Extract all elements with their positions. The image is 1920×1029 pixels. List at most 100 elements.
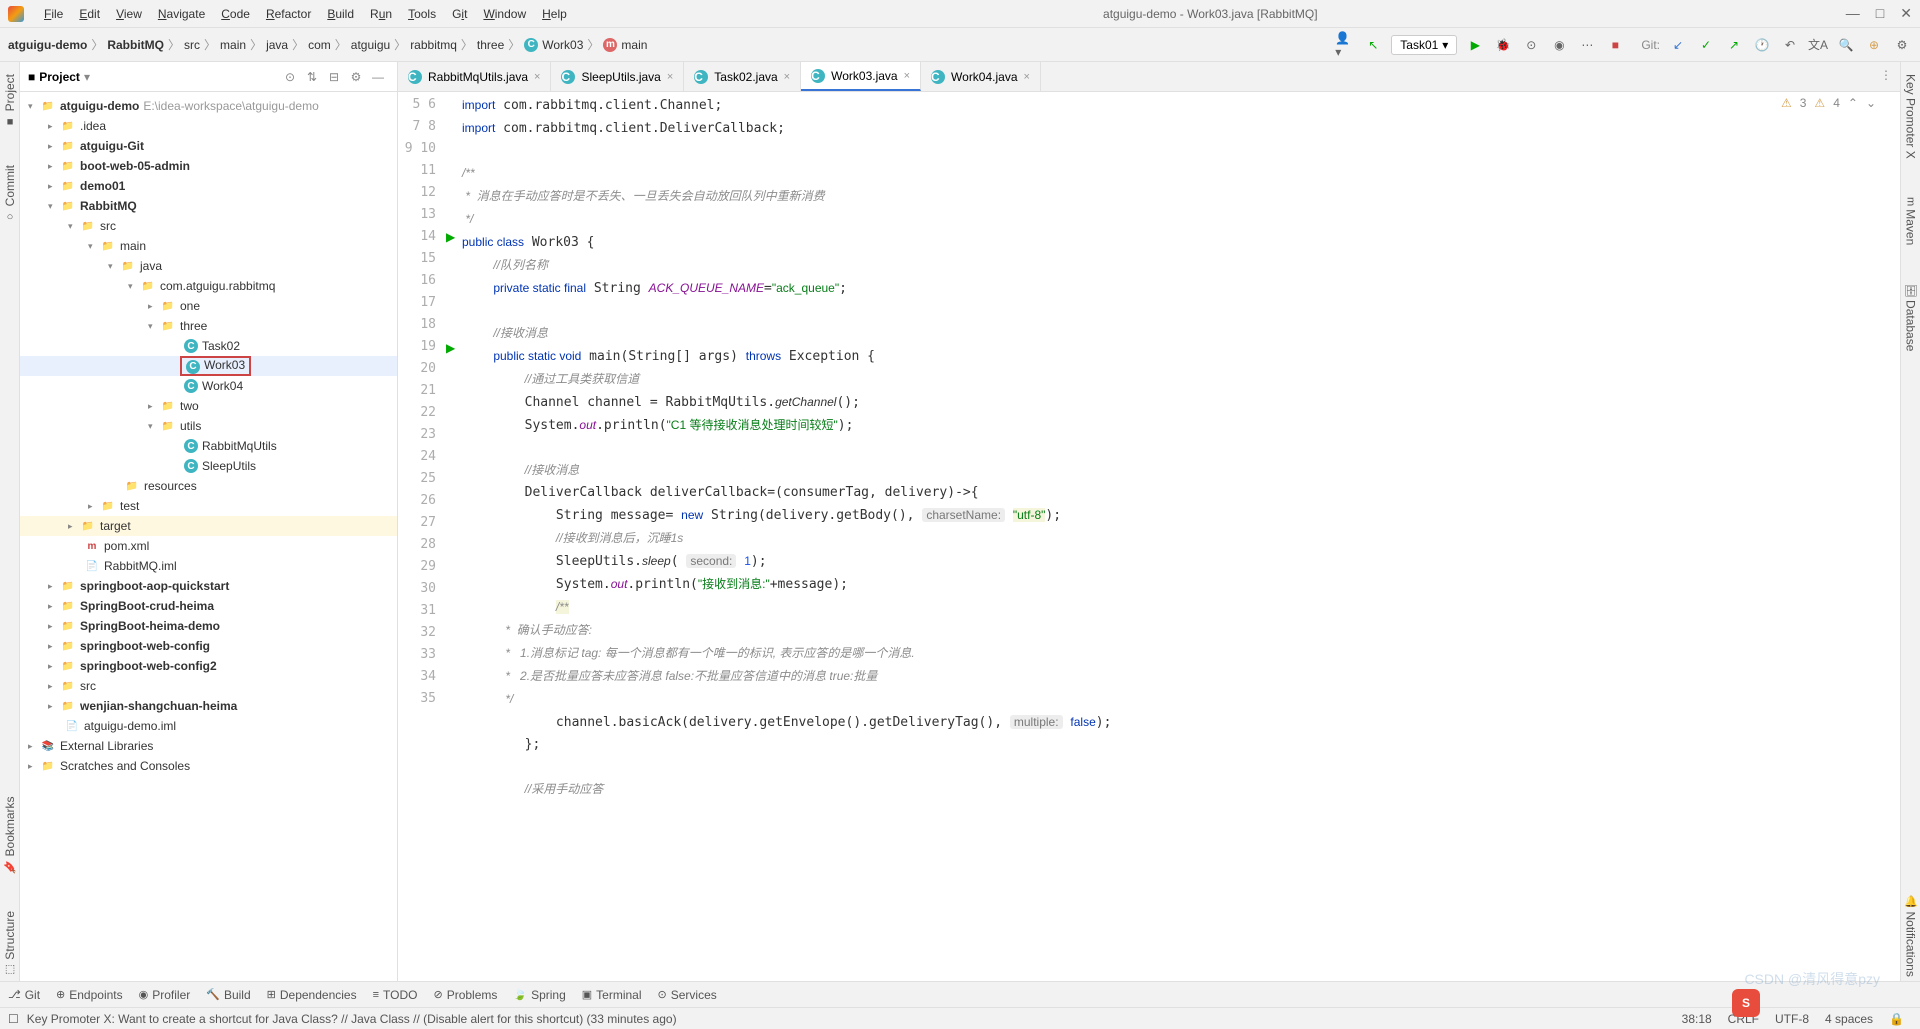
tool-problems[interactable]: ⊘ Problems — [433, 988, 497, 1002]
menu-run[interactable]: Run — [362, 7, 400, 21]
tree-item[interactable]: RabbitMQ — [80, 199, 137, 213]
debug-button[interactable]: 🐞 — [1493, 35, 1513, 55]
tree-item[interactable]: SleepUtils — [202, 459, 256, 473]
tree-item[interactable]: springboot-web-config2 — [80, 659, 217, 673]
crumb-atguigu[interactable]: atguigu — [351, 38, 390, 52]
select-opened-icon[interactable]: ⊙ — [281, 68, 299, 86]
close-button[interactable]: ✕ — [1900, 5, 1912, 22]
tab-rabbitmqutils[interactable]: CRabbitMqUtils.java× — [398, 62, 551, 91]
crumb-com[interactable]: com — [308, 38, 331, 52]
tab-project[interactable]: ■ Project — [1, 70, 19, 131]
tree-item[interactable]: .idea — [80, 119, 106, 133]
tree-item[interactable]: src — [80, 679, 96, 693]
tab-work03[interactable]: CWork03.java× — [801, 62, 921, 91]
expand-all-icon[interactable]: ⇅ — [303, 68, 321, 86]
tree-item-selected[interactable]: CWork03 — [180, 356, 251, 376]
tool-services[interactable]: ⊙ Services — [658, 988, 717, 1002]
settings-sync-icon[interactable]: ⊕ — [1864, 35, 1884, 55]
tab-sleeputils[interactable]: CSleepUtils.java× — [551, 62, 684, 91]
tree-item[interactable]: External Libraries — [60, 739, 153, 753]
ide-settings-icon[interactable]: ⚙ — [1892, 35, 1912, 55]
crumb-module[interactable]: RabbitMQ — [107, 38, 164, 52]
tab-bookmarks[interactable]: 🔖 Bookmarks — [1, 792, 19, 877]
coverage-button[interactable]: ⊙ — [1521, 35, 1541, 55]
dropdown-icon[interactable]: ▾ — [84, 70, 90, 84]
back-arrow-icon[interactable]: ↖ — [1363, 35, 1383, 55]
tree-item[interactable]: boot-web-05-admin — [80, 159, 190, 173]
crumb-rabbitmq[interactable]: rabbitmq — [410, 38, 457, 52]
tree-item[interactable]: java — [140, 259, 162, 273]
tool-build[interactable]: 🔨 Build — [206, 988, 250, 1002]
crumb-class[interactable]: Work03 — [542, 38, 583, 52]
tree-item[interactable]: three — [180, 319, 207, 333]
close-icon[interactable]: × — [904, 70, 910, 82]
lock-icon[interactable]: 🔒 — [1889, 1012, 1904, 1026]
menu-code[interactable]: Code — [213, 7, 258, 21]
tree-item[interactable]: resources — [144, 479, 197, 493]
tree-item[interactable]: test — [120, 499, 139, 513]
crumb-three[interactable]: three — [477, 38, 504, 52]
status-icon[interactable]: ☐ — [8, 1012, 19, 1026]
git-history-icon[interactable]: 🕐 — [1752, 35, 1772, 55]
tree-item[interactable]: Work04 — [202, 379, 243, 393]
menu-help[interactable]: Help — [534, 7, 575, 21]
project-tree[interactable]: ▾📁atguigu-demoE:\idea-workspace\atguigu-… — [20, 92, 397, 981]
more-run-button[interactable]: ⋯ — [1577, 35, 1597, 55]
close-icon[interactable]: × — [1024, 71, 1030, 83]
tree-item[interactable]: RabbitMqUtils — [202, 439, 277, 453]
tool-terminal[interactable]: ▣ Terminal — [582, 988, 642, 1002]
tree-item[interactable]: com.atguigu.rabbitmq — [160, 279, 275, 293]
crumb-java[interactable]: java — [266, 38, 288, 52]
tree-item[interactable]: Scratches and Consoles — [60, 759, 190, 773]
code-editor[interactable]: import com.rabbitmq.client.Channel; impo… — [462, 92, 1900, 981]
search-icon[interactable]: 🔍 — [1836, 35, 1856, 55]
user-icon[interactable]: 👤▾ — [1335, 35, 1355, 55]
menu-edit[interactable]: Edit — [71, 7, 108, 21]
tab-structure[interactable]: ⬚ Structure — [1, 907, 19, 981]
git-pull-icon[interactable]: ↙ — [1668, 35, 1688, 55]
menu-tools[interactable]: Tools — [400, 7, 444, 21]
tab-database[interactable]: 🗄 Database — [1902, 279, 1920, 355]
tree-item[interactable]: main — [120, 239, 146, 253]
profile-button[interactable]: ◉ — [1549, 35, 1569, 55]
tree-item[interactable]: Task02 — [202, 339, 240, 353]
run-gutter-icon[interactable]: ▶ — [446, 341, 455, 355]
git-push-icon[interactable]: ↗ — [1724, 35, 1744, 55]
tool-git[interactable]: ⎇ Git — [8, 988, 40, 1002]
menu-git[interactable]: Git — [444, 7, 475, 21]
chevron-down-icon[interactable]: ⌄ — [1866, 96, 1876, 110]
menu-file[interactable]: File — [36, 7, 71, 21]
hide-icon[interactable]: — — [369, 68, 387, 86]
tab-commit[interactable]: ○ Commit — [1, 161, 19, 226]
tab-work04[interactable]: CWork04.java× — [921, 62, 1041, 91]
tab-keypromoter[interactable]: Key Promoter X — [1902, 70, 1920, 163]
tree-item[interactable]: wenjian-shangchuan-heima — [80, 699, 237, 713]
crumb-src[interactable]: src — [184, 38, 200, 52]
close-icon[interactable]: × — [534, 71, 540, 83]
tree-item[interactable]: one — [180, 299, 200, 313]
tree-item[interactable]: springboot-web-config — [80, 639, 210, 653]
tree-item[interactable]: SpringBoot-heima-demo — [80, 619, 220, 633]
collapse-icon[interactable]: ⊟ — [325, 68, 343, 86]
tree-item[interactable]: pom.xml — [104, 539, 149, 553]
editor-body[interactable]: ⚠3 ⚠4 ⌃ ⌄ 5 6 7 8 9 10 11 12 13 14 15 16… — [398, 92, 1900, 981]
tool-endpoints[interactable]: ⊕ Endpoints — [56, 988, 123, 1002]
tree-root[interactable]: atguigu-demo — [60, 99, 139, 113]
tree-item[interactable]: springboot-aop-quickstart — [80, 579, 229, 593]
tree-item[interactable]: demo01 — [80, 179, 125, 193]
tree-item[interactable]: RabbitMQ.iml — [104, 559, 177, 573]
tree-item[interactable]: src — [100, 219, 116, 233]
settings-icon[interactable]: ⚙ — [347, 68, 365, 86]
tree-item[interactable]: atguigu-demo.iml — [84, 719, 176, 733]
crumb-main[interactable]: main — [220, 38, 246, 52]
editor-inspections[interactable]: ⚠3 ⚠4 ⌃ ⌄ — [1781, 96, 1876, 110]
status-indent[interactable]: 4 spaces — [1825, 1012, 1873, 1026]
run-gutter-icon[interactable]: ▶ — [446, 230, 455, 244]
editor-tab-menu-icon[interactable]: ⋮ — [1880, 68, 1892, 82]
stop-button[interactable]: ■ — [1605, 35, 1625, 55]
tool-profiler[interactable]: ◉ Profiler — [139, 988, 191, 1002]
translate-icon[interactable]: 文A — [1808, 35, 1828, 55]
menu-navigate[interactable]: Navigate — [150, 7, 213, 21]
git-commit-icon[interactable]: ✓ — [1696, 35, 1716, 55]
maximize-button[interactable]: □ — [1876, 5, 1884, 22]
